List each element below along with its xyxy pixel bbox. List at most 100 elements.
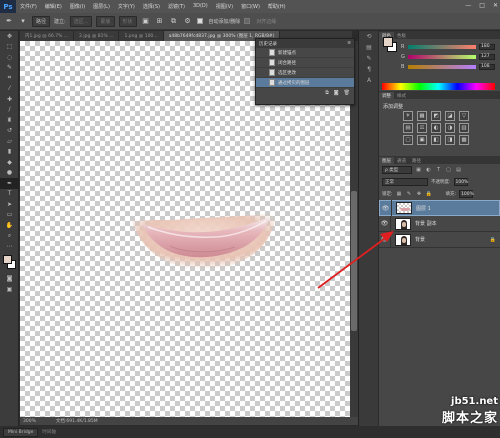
align-edges-checkbox[interactable] bbox=[244, 18, 251, 24]
document-tab[interactable]: 1.png @ 100... bbox=[119, 31, 164, 41]
adjustment-icon[interactable]: ▣ bbox=[417, 135, 427, 145]
lasso-tool-icon[interactable]: ◌ bbox=[0, 52, 19, 63]
history-brush-tool-icon[interactable]: ↺ bbox=[0, 126, 19, 137]
menu-item[interactable]: 滤镜(T) bbox=[164, 3, 189, 10]
history-item[interactable]: 闭合路径 bbox=[256, 58, 354, 68]
tab-swatches[interactable]: 色板 bbox=[394, 32, 409, 39]
auto-add-delete-checkbox[interactable] bbox=[196, 18, 203, 24]
layer-kind-select[interactable]: ρ 类型 bbox=[382, 166, 412, 174]
menu-item[interactable]: 视图(V) bbox=[212, 3, 237, 10]
menu-item[interactable]: 窗口(W) bbox=[237, 3, 264, 10]
smart-filter-icon[interactable]: ▤ bbox=[455, 167, 462, 174]
history-panel-header[interactable]: 历史记录 ≡ bbox=[256, 39, 354, 48]
history-panel-icon[interactable]: ⟲ bbox=[359, 31, 379, 42]
adjustment-icon[interactable]: ◧ bbox=[431, 135, 441, 145]
document-tab[interactable]: 2.jpg @ 81% ... bbox=[74, 31, 120, 41]
adjustment-icon[interactable]: ◪ bbox=[445, 111, 455, 121]
visibility-eye-icon[interactable]: 👁 bbox=[379, 215, 391, 232]
path-selection-tool-icon[interactable]: ➤ bbox=[0, 199, 19, 210]
adjustment-icon[interactable]: ⚖ bbox=[417, 123, 427, 133]
rectangle-tool-icon[interactable]: ▭ bbox=[0, 210, 19, 221]
adjustment-filter-icon[interactable]: ◐ bbox=[425, 167, 432, 174]
mini-bridge-tab[interactable]: Mini Bridge bbox=[3, 427, 39, 437]
adjustment-icon[interactable]: ◐ bbox=[431, 123, 441, 133]
gradient-tool-icon[interactable]: ▮ bbox=[0, 147, 19, 158]
lock-brush-icon[interactable]: ✎ bbox=[406, 191, 413, 198]
layer-row[interactable]: 👁 图层 1 bbox=[379, 200, 500, 216]
type-filter-icon[interactable]: T bbox=[435, 167, 442, 174]
tab-paths[interactable]: 路径 bbox=[409, 157, 424, 164]
history-brush-source-icon[interactable] bbox=[256, 78, 266, 88]
more-tools-icon[interactable]: ⋯ bbox=[0, 241, 19, 252]
foreground-color-swatch[interactable] bbox=[383, 37, 393, 47]
color-swatches[interactable] bbox=[0, 252, 18, 274]
foreground-color-swatch[interactable] bbox=[3, 254, 12, 264]
quick-mask-icon[interactable]: ◙ bbox=[0, 274, 19, 285]
blue-value[interactable]: 108 bbox=[479, 63, 495, 70]
blur-tool-icon[interactable]: ◆ bbox=[0, 157, 19, 168]
blue-slider[interactable] bbox=[408, 64, 476, 69]
tab-styles[interactable]: 样式 bbox=[394, 92, 409, 99]
healing-brush-tool-icon[interactable]: ✚ bbox=[0, 94, 19, 105]
path-operations-icon[interactable]: ▣ bbox=[141, 16, 151, 26]
new-document-from-state-icon[interactable]: ⧉ bbox=[325, 90, 329, 96]
tab-layers[interactable]: 图层 bbox=[379, 157, 394, 164]
character-panel-icon[interactable]: A bbox=[359, 75, 379, 86]
close-button[interactable]: ✕ bbox=[493, 2, 498, 9]
minimize-button[interactable]: — bbox=[465, 2, 471, 9]
adjustment-icon[interactable]: ◑ bbox=[445, 123, 455, 133]
gear-icon[interactable]: ⚙ bbox=[183, 16, 193, 26]
scrollbar-thumb[interactable] bbox=[351, 191, 357, 331]
brush-panel-icon[interactable]: ✎ bbox=[359, 53, 379, 64]
visibility-eye-icon[interactable]: 👁 bbox=[379, 231, 391, 248]
brush-tool-icon[interactable]: ∕ bbox=[0, 105, 19, 116]
marquee-tool-icon[interactable]: ⬚ bbox=[0, 42, 19, 53]
adjustment-icon[interactable]: ▤ bbox=[403, 123, 413, 133]
zoom-tool-icon[interactable]: ⌕ bbox=[0, 231, 19, 242]
adjustment-icon[interactable]: ▢ bbox=[403, 135, 413, 145]
blend-mode-select[interactable]: 正常 bbox=[382, 178, 428, 186]
adjustment-icon[interactable]: ▥ bbox=[459, 123, 469, 133]
red-slider[interactable] bbox=[408, 44, 476, 49]
adjustment-icon[interactable]: ▽ bbox=[459, 111, 469, 121]
menu-item[interactable]: 3D(D) bbox=[189, 3, 212, 10]
path-alignment-icon[interactable]: ⊞ bbox=[155, 16, 165, 26]
menu-item[interactable]: 图像(I) bbox=[66, 3, 89, 10]
fill-input[interactable]: 100% bbox=[459, 190, 474, 198]
trash-icon[interactable]: 🗑 bbox=[344, 90, 350, 96]
tab-channels[interactable]: 通道 bbox=[394, 157, 409, 164]
menu-item[interactable]: 选择(S) bbox=[139, 3, 164, 10]
green-slider[interactable] bbox=[408, 54, 476, 59]
history-item[interactable]: 新建锚点 bbox=[256, 48, 354, 58]
history-brush-source-icon[interactable] bbox=[256, 58, 266, 68]
chevron-down-icon[interactable]: ▾ bbox=[18, 16, 28, 26]
eraser-tool-icon[interactable]: ▱ bbox=[0, 136, 19, 147]
timeline-tab[interactable]: 时间轴 bbox=[42, 429, 56, 435]
make-selection-button[interactable]: 选区... bbox=[69, 15, 93, 27]
menu-item[interactable]: 编辑(E) bbox=[41, 3, 66, 10]
crop-tool-icon[interactable]: ⌗ bbox=[0, 73, 19, 84]
layer-row[interactable]: 👁 背景 🔒 bbox=[379, 231, 500, 248]
screen-mode-icon[interactable]: ▣ bbox=[0, 284, 19, 295]
maximize-button[interactable]: □ bbox=[479, 2, 485, 9]
make-mask-button[interactable]: 蒙版 bbox=[96, 15, 115, 27]
green-value[interactable]: 127 bbox=[479, 53, 495, 60]
adjustment-icon[interactable]: ◩ bbox=[431, 111, 441, 121]
menu-item[interactable]: 文件(F) bbox=[16, 3, 41, 10]
pen-tool-icon[interactable]: ✒ bbox=[0, 178, 19, 189]
shape-filter-icon[interactable]: ▢ bbox=[445, 167, 452, 174]
menu-item[interactable]: 帮助(H) bbox=[264, 3, 290, 10]
history-item[interactable]: 通过拷贝的图层 bbox=[256, 78, 354, 88]
menu-item[interactable]: 图层(L) bbox=[89, 3, 114, 10]
lock-move-icon[interactable]: ✥ bbox=[416, 191, 423, 198]
history-brush-source-icon[interactable] bbox=[256, 68, 266, 78]
camera-icon[interactable]: ◙ bbox=[334, 90, 339, 96]
mode-select[interactable]: 路径 bbox=[32, 15, 51, 27]
move-tool-icon[interactable]: ✥ bbox=[0, 31, 19, 42]
adjustment-icon[interactable]: ◨ bbox=[445, 135, 455, 145]
clone-stamp-tool-icon[interactable]: ♜ bbox=[0, 115, 19, 126]
make-shape-button[interactable]: 形状 bbox=[118, 15, 137, 27]
pixel-filter-icon[interactable]: ▣ bbox=[415, 167, 422, 174]
opacity-input[interactable]: 100% bbox=[453, 178, 468, 186]
lock-icon[interactable]: 🔒 bbox=[426, 191, 433, 198]
